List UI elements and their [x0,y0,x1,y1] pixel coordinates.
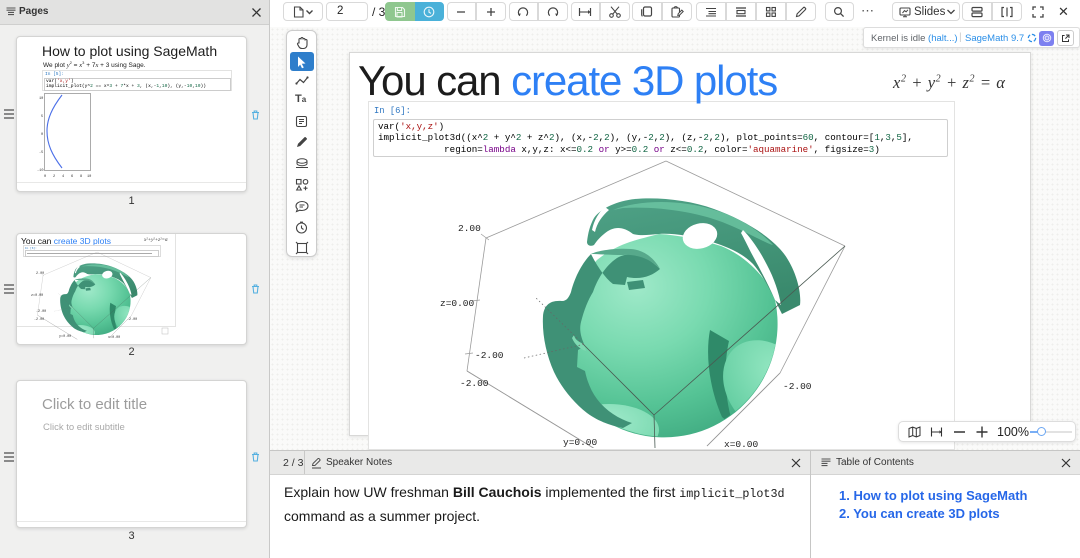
svg-text:2.00: 2.00 [36,272,44,276]
svg-text:8: 8 [80,175,82,179]
svg-text:-2.00: -2.00 [127,318,137,322]
svg-text:x=0.00: x=0.00 [724,439,759,448]
svg-text:10: 10 [39,97,43,101]
svg-text:-2.00: -2.00 [460,378,489,389]
svg-text:10: 10 [87,175,91,179]
svg-text:z=0.00: z=0.00 [31,294,43,298]
svg-text:2: 2 [53,175,55,179]
svg-text:-2.00: -2.00 [34,318,44,322]
svg-text:-2.00: -2.00 [475,350,504,361]
svg-text:-2.00: -2.00 [783,381,812,392]
svg-text:y=0.00: y=0.00 [59,335,71,339]
svg-text:6: 6 [71,175,73,179]
svg-text:-2.00: -2.00 [36,310,46,314]
svg-text:5: 5 [41,115,43,119]
svg-text:z=0.00: z=0.00 [440,298,475,309]
svg-text:-5: -5 [39,151,43,155]
svg-text:y=0.00: y=0.00 [563,437,598,448]
svg-text:0: 0 [41,133,43,137]
svg-text:x=0.00: x=0.00 [108,336,120,340]
svg-text:4: 4 [62,175,64,179]
svg-text:2.00: 2.00 [458,223,481,234]
svg-text:-10: -10 [37,169,43,173]
svg-text:0: 0 [44,175,46,179]
